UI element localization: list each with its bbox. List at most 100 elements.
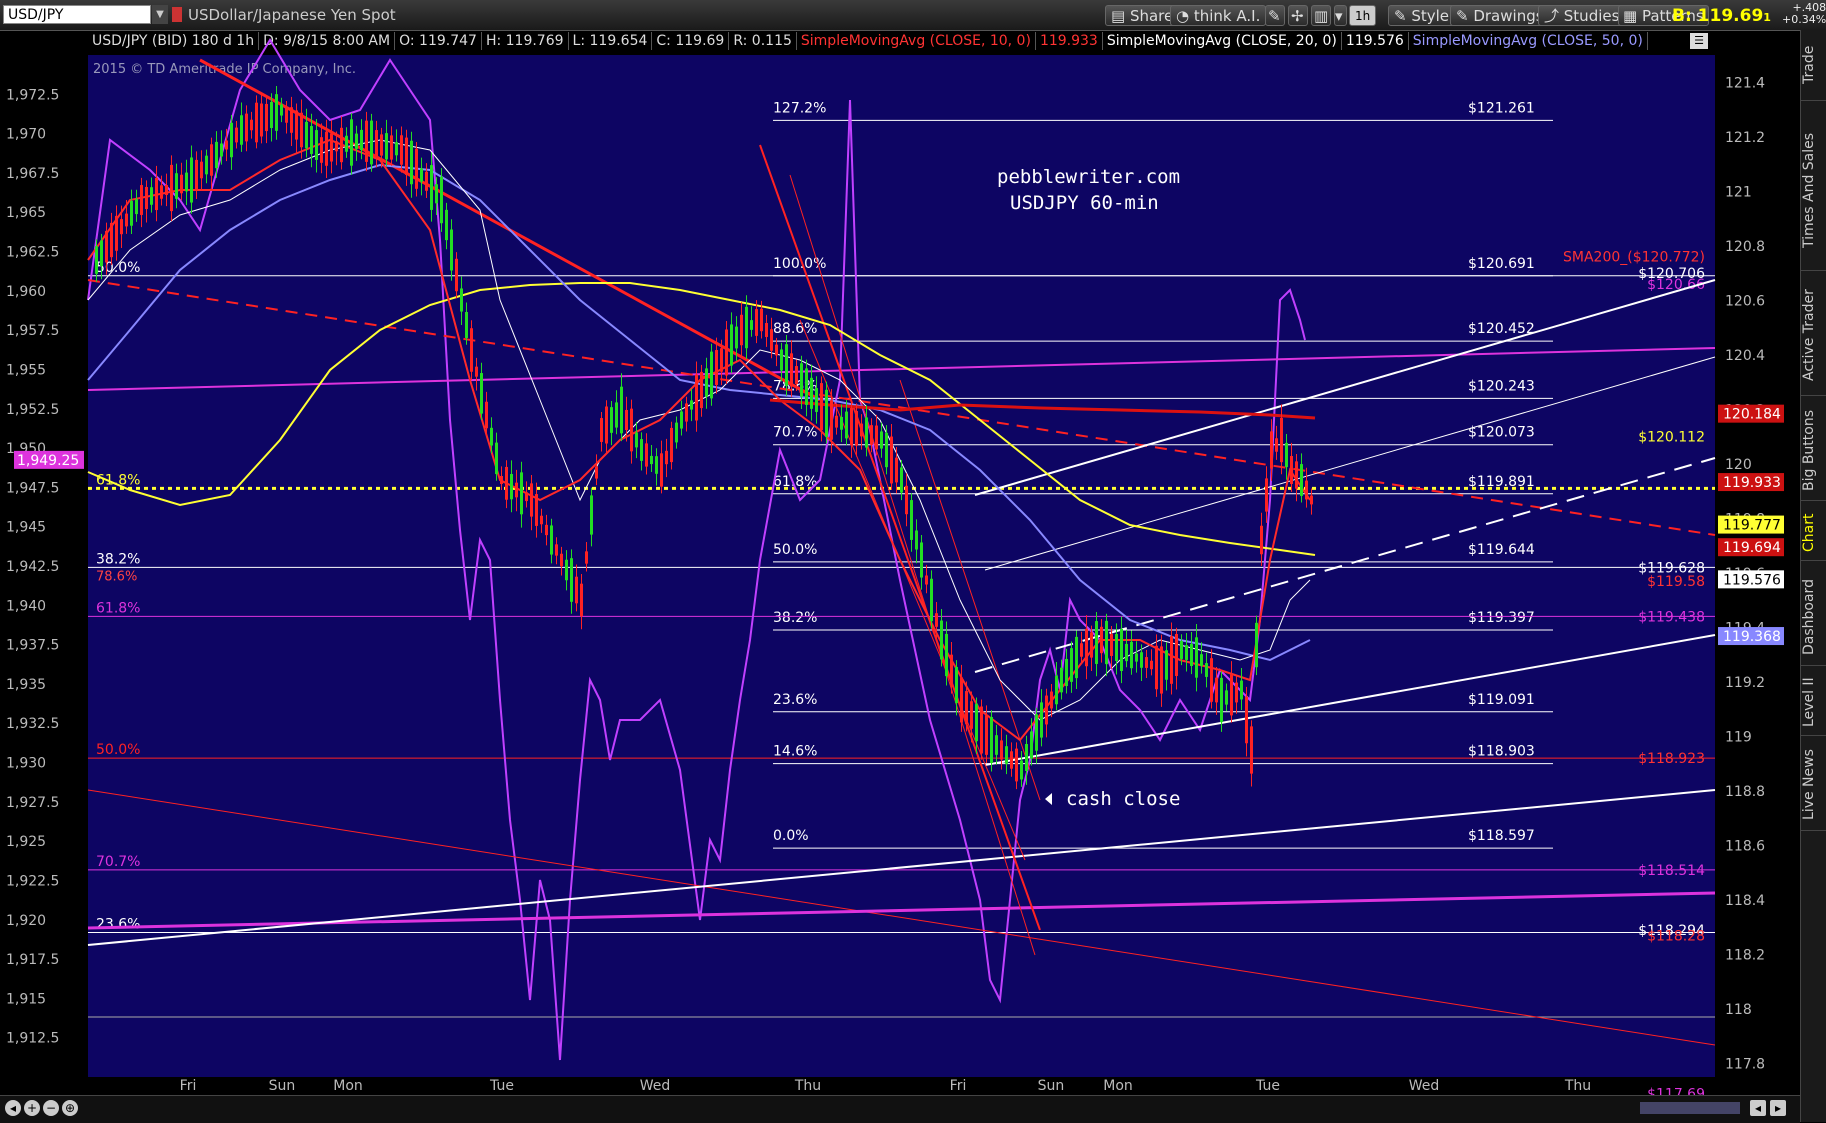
candle-body xyxy=(1215,677,1218,703)
candle-body xyxy=(185,172,188,192)
left-fib-label: 70.7% xyxy=(96,854,140,870)
candle-body xyxy=(1000,740,1003,760)
sidebar-tab-big-buttons[interactable]: Big Buttons xyxy=(1801,400,1826,501)
sidebar-tab-chart[interactable]: Chart xyxy=(1801,505,1826,561)
candle-body xyxy=(520,472,523,515)
candle-body xyxy=(535,494,538,526)
candle-body xyxy=(360,129,363,151)
candle-body xyxy=(1240,680,1243,700)
candle-body xyxy=(1130,641,1133,669)
scroll-back-icon[interactable]: ◂ xyxy=(1750,1100,1766,1116)
candle-body xyxy=(965,691,968,724)
candle-body xyxy=(460,288,463,312)
candle-body xyxy=(1225,690,1228,705)
candle-body xyxy=(685,403,688,422)
candle-body xyxy=(455,258,458,292)
sidebar-tab-level-ii[interactable]: Level II xyxy=(1801,670,1826,736)
candle-body xyxy=(700,371,703,409)
annotation-title: pebblewriter.com xyxy=(997,166,1180,188)
candle-body xyxy=(810,377,813,409)
candle-body xyxy=(705,368,708,397)
candle-body xyxy=(870,425,873,445)
candle-body xyxy=(1285,442,1288,468)
trendline-white-lower xyxy=(87,789,1716,946)
candle-body xyxy=(905,485,908,515)
left-axis-tick: 1,917.5 xyxy=(6,952,59,968)
fib-price-label: $120.073 xyxy=(1468,425,1535,441)
candle-body xyxy=(350,119,353,166)
candle-body xyxy=(305,121,308,149)
candle-body xyxy=(330,133,333,162)
price-chart[interactable]: 121.4121.2121120.8120.6120.4120.2120119.… xyxy=(0,0,1800,1095)
candle-body xyxy=(680,411,683,429)
candle-body xyxy=(635,432,638,448)
candle-body xyxy=(600,418,603,442)
candle-body xyxy=(1170,636,1173,684)
right-axis-tick: 118 xyxy=(1725,1002,1752,1018)
right-axis-tick: 118.4 xyxy=(1725,893,1765,909)
sidebar-tab-times-and-sales[interactable]: Times And Sales xyxy=(1801,110,1826,271)
candle-body xyxy=(950,654,953,686)
candle-body xyxy=(655,456,658,474)
candle-body xyxy=(205,155,208,175)
sidebar-tab-dashboard[interactable]: Dashboard xyxy=(1801,570,1826,666)
candle-body xyxy=(1070,648,1073,682)
left-axis-tick: 1,925 xyxy=(6,834,46,850)
candle-body xyxy=(740,314,743,346)
candle-body xyxy=(765,323,768,337)
candle-body xyxy=(430,165,433,210)
candle-body xyxy=(985,715,988,755)
candle-body xyxy=(660,453,663,487)
candle-body xyxy=(420,168,423,182)
candle-body xyxy=(840,416,843,430)
candle-body xyxy=(150,187,153,205)
candle-body xyxy=(1145,657,1148,668)
candle-body xyxy=(580,583,583,617)
candle-body xyxy=(960,677,963,723)
zoom-out-icon[interactable]: − xyxy=(43,1100,59,1116)
candle-body xyxy=(595,466,598,479)
candle-body xyxy=(235,127,238,143)
candle-body xyxy=(750,320,753,330)
candle-body xyxy=(375,130,378,158)
x-axis-tick: Tue xyxy=(1255,1078,1280,1094)
right-level-label: $118.28 xyxy=(1647,928,1705,944)
candle-body xyxy=(1150,660,1153,670)
sidebar-tab-active-trader[interactable]: Active Trader xyxy=(1801,275,1826,396)
sidebar-tab-trade[interactable]: Trade xyxy=(1801,30,1826,101)
horizontal-scrollbar[interactable] xyxy=(1640,1102,1740,1114)
left-axis-tick: 1,970 xyxy=(6,127,46,143)
scroll-forward-icon[interactable]: ▸ xyxy=(1770,1100,1786,1116)
fib-price-label: $119.091 xyxy=(1468,692,1535,708)
candle-body xyxy=(265,103,268,132)
candle-body xyxy=(845,411,848,439)
candle-body xyxy=(925,575,928,585)
left-axis-tick: 1,932.5 xyxy=(6,716,59,732)
candle-body xyxy=(805,368,808,405)
zoom-fit-icon[interactable]: ⊕ xyxy=(62,1100,78,1116)
fib-pct-label: 14.6% xyxy=(773,744,817,760)
candle-body xyxy=(495,442,498,475)
price-badge-label: 119.694 xyxy=(1723,540,1781,556)
zoom-in-icon[interactable]: + xyxy=(24,1100,40,1116)
candle-body xyxy=(200,161,203,179)
candle-body xyxy=(760,308,763,332)
candle-body xyxy=(230,122,233,158)
candle-body xyxy=(1295,461,1298,489)
candle-body xyxy=(935,613,938,627)
scroll-left-icon[interactable]: ◂ xyxy=(5,1100,21,1116)
candle-body xyxy=(125,213,128,227)
candle-body xyxy=(880,431,883,449)
candle-body xyxy=(890,436,893,484)
candle-body xyxy=(155,177,158,211)
left-axis-tick: 1,955 xyxy=(6,362,46,378)
sidebar-tab-live-news[interactable]: Live News xyxy=(1801,740,1826,831)
candle-body xyxy=(510,474,513,500)
candle-body xyxy=(1015,748,1018,782)
candle-body xyxy=(590,495,593,535)
candle-body xyxy=(695,374,698,421)
left-axis-tick: 1,935 xyxy=(6,677,46,693)
candle-body xyxy=(575,576,578,604)
candle-body xyxy=(270,101,273,129)
candle-body xyxy=(280,104,283,116)
